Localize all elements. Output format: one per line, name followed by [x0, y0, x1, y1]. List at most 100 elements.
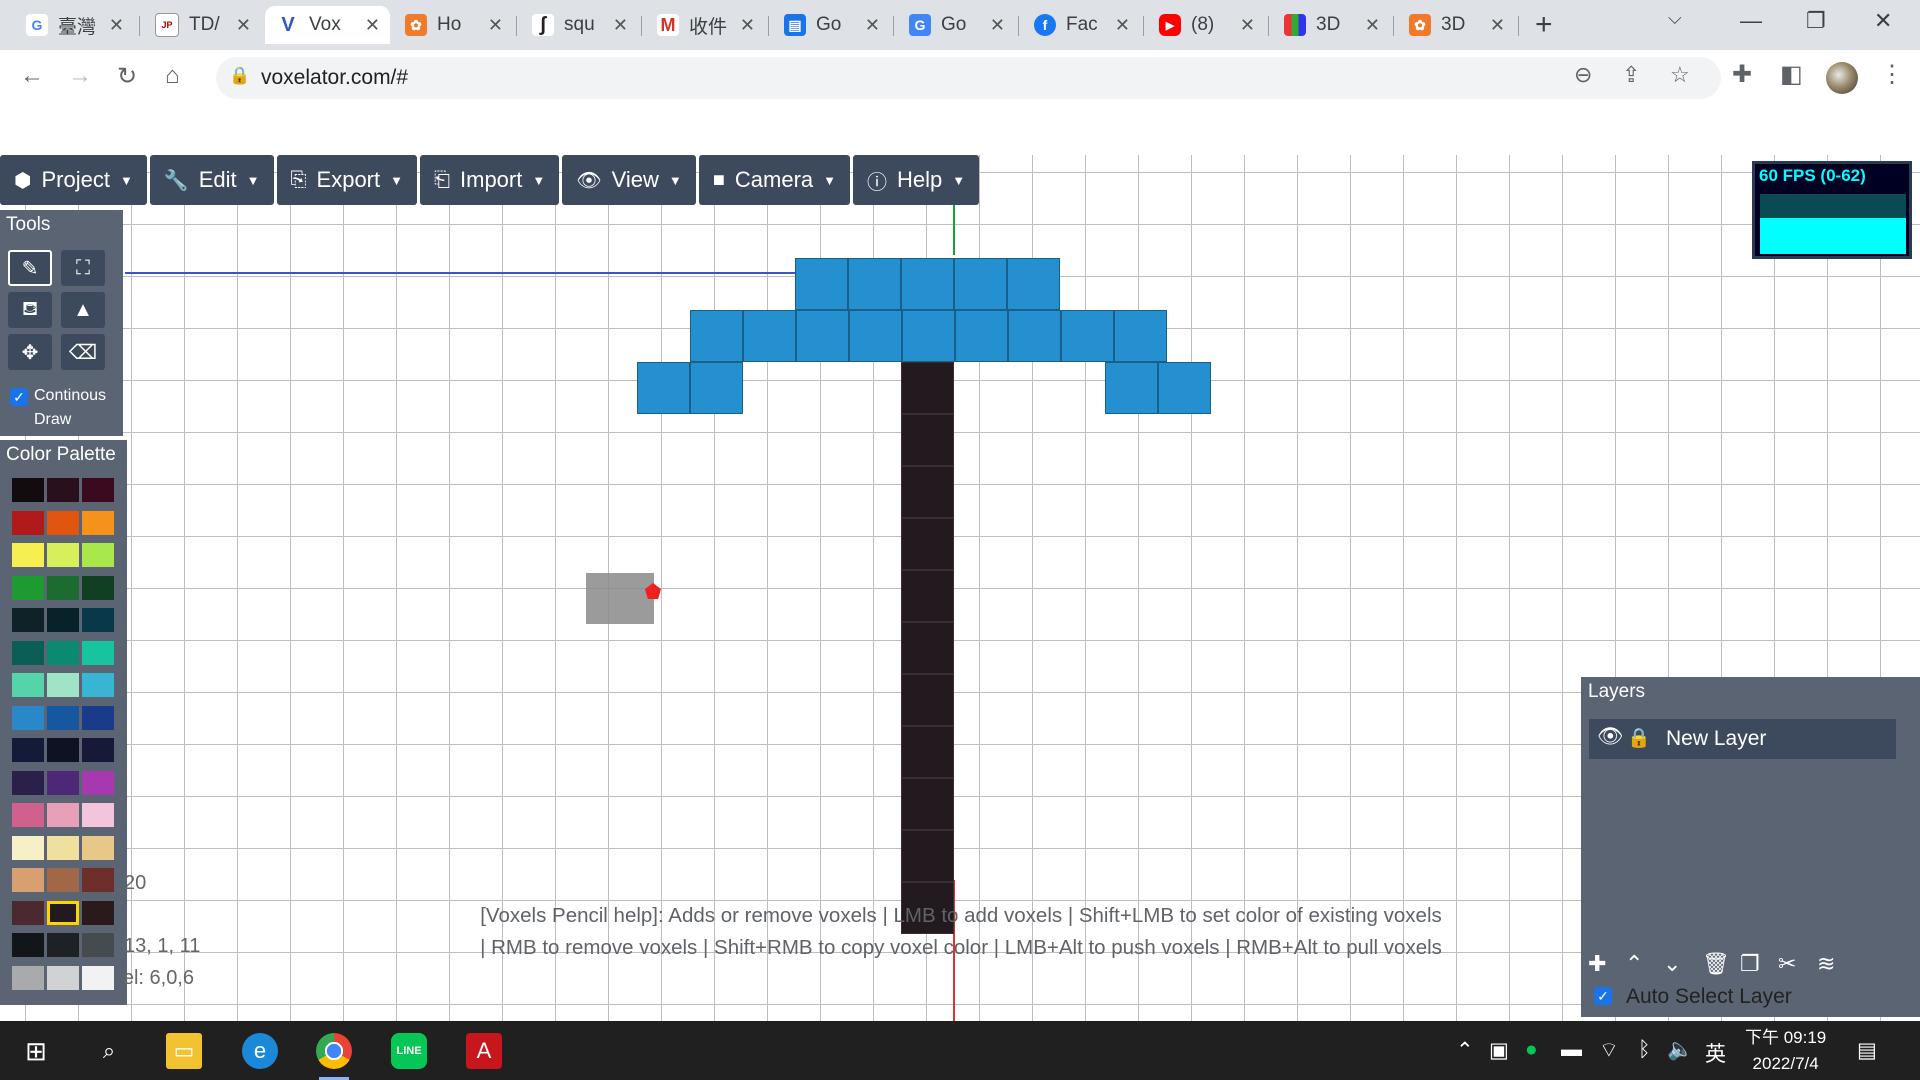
- close-tab-icon[interactable]: ✕: [1365, 15, 1380, 36]
- color-swatch[interactable]: [82, 705, 114, 730]
- color-swatch[interactable]: [47, 900, 79, 925]
- tab-1[interactable]: JP TD/ ✕: [143, 6, 261, 44]
- voxel-blue[interactable]: [1061, 310, 1114, 362]
- color-swatch[interactable]: [12, 900, 44, 925]
- color-swatch[interactable]: [47, 738, 79, 762]
- add-layer-icon[interactable]: ✚: [1588, 951, 1606, 977]
- side-panel-icon[interactable]: ◧: [1780, 60, 1803, 89]
- tab-11[interactable]: ✿ 3D ✕: [1397, 6, 1515, 44]
- menu-project[interactable]: ⬢ Project ▼: [0, 155, 147, 205]
- ime-indicator[interactable]: 英: [1705, 1038, 1726, 1068]
- tab-7[interactable]: G Go ✕: [897, 6, 1015, 44]
- color-swatch[interactable]: [12, 803, 44, 827]
- tray-overflow-icon[interactable]: ⌃: [1456, 1038, 1474, 1063]
- color-swatch[interactable]: [82, 770, 114, 795]
- notifications-icon[interactable]: ▤: [1857, 1038, 1877, 1063]
- voxel-dark[interactable]: [901, 466, 954, 518]
- color-swatch[interactable]: [12, 543, 44, 567]
- color-swatch[interactable]: [12, 738, 44, 762]
- color-swatch[interactable]: [82, 510, 114, 535]
- select-tool-button[interactable]: ⛶: [61, 250, 105, 286]
- tab-0[interactable]: G 臺灣 ✕: [14, 6, 134, 44]
- voxel-dark[interactable]: [901, 674, 954, 726]
- share-icon[interactable]: ⇪: [1622, 62, 1640, 88]
- voxel-blue[interactable]: [690, 362, 743, 414]
- menu-export[interactable]: ⎘ Export ▼: [276, 155, 417, 205]
- color-swatch[interactable]: [12, 705, 44, 730]
- color-swatch[interactable]: [12, 770, 44, 795]
- voxel-blue[interactable]: [1158, 362, 1211, 414]
- search-icon[interactable]: ⌕: [91, 1033, 127, 1069]
- extensions-icon[interactable]: ✚: [1732, 60, 1752, 89]
- color-swatch[interactable]: [47, 478, 79, 502]
- tab-4[interactable]: ʃ squ ✕: [520, 6, 638, 44]
- eye-icon[interactable]: 👁: [1597, 725, 1624, 749]
- cut-layer-icon[interactable]: ✂: [1778, 951, 1796, 977]
- voxel-dark[interactable]: [901, 362, 954, 414]
- line-icon[interactable]: LINE: [391, 1033, 427, 1069]
- color-swatch[interactable]: [47, 868, 79, 892]
- close-tab-icon[interactable]: ✕: [488, 15, 503, 36]
- auto-select-layer-checkbox[interactable]: ✓: [1594, 987, 1612, 1005]
- color-swatch[interactable]: [47, 705, 79, 730]
- restore-icon[interactable]: ❐: [1806, 8, 1826, 34]
- chrome-icon[interactable]: [316, 1033, 352, 1069]
- tab-6[interactable]: ▤ Go ✕: [772, 6, 890, 44]
- close-tab-icon[interactable]: ✕: [865, 15, 880, 36]
- color-swatch[interactable]: [47, 965, 79, 990]
- voxel-dark[interactable]: [901, 570, 954, 622]
- color-swatch[interactable]: [12, 575, 44, 600]
- menu-edit[interactable]: 🔧 Edit ▼: [149, 155, 274, 205]
- color-swatch[interactable]: [47, 575, 79, 600]
- color-swatch[interactable]: [47, 640, 79, 665]
- close-tab-icon[interactable]: ✕: [1490, 15, 1505, 36]
- delete-layer-icon[interactable]: 🗑: [1702, 951, 1730, 977]
- close-tab-icon[interactable]: ✕: [365, 15, 380, 36]
- new-tab-icon[interactable]: +: [1535, 8, 1553, 42]
- acrobat-icon[interactable]: A: [466, 1033, 502, 1069]
- pencil-tool-button[interactable]: ✎: [8, 250, 52, 286]
- zoom-icon[interactable]: ⊖: [1574, 62, 1592, 88]
- voxel-blue[interactable]: [901, 258, 954, 310]
- tab-2-active[interactable]: V Vox ✕: [265, 6, 390, 44]
- minimize-icon[interactable]: —: [1740, 8, 1762, 34]
- color-swatch[interactable]: [82, 738, 114, 762]
- voxel-blue[interactable]: [954, 258, 1007, 310]
- color-swatch[interactable]: [47, 803, 79, 827]
- voxel-blue[interactable]: [848, 258, 901, 310]
- color-swatch[interactable]: [82, 673, 114, 697]
- color-swatch[interactable]: [82, 608, 114, 632]
- continuous-draw-checkbox[interactable]: ✓: [10, 388, 28, 406]
- color-swatch[interactable]: [12, 673, 44, 697]
- color-swatch[interactable]: [82, 478, 114, 502]
- wechat-icon[interactable]: ●: [1525, 1038, 1538, 1062]
- eraser-tool-button[interactable]: ⌫: [61, 334, 105, 370]
- menu-import[interactable]: ⎗ Import ▼: [420, 155, 560, 205]
- voxel-blue[interactable]: [796, 310, 849, 362]
- close-tab-icon[interactable]: ✕: [613, 15, 628, 36]
- tab-search-icon[interactable]: ⌵: [1668, 8, 1682, 29]
- windows-start-icon[interactable]: ⊞: [18, 1033, 54, 1069]
- voxel-blue[interactable]: [1008, 310, 1061, 362]
- menu-view[interactable]: 👁 View ▼: [562, 155, 696, 205]
- voxel-blue[interactable]: [1007, 258, 1060, 310]
- url-text[interactable]: voxelator.com/#: [261, 66, 408, 90]
- color-swatch[interactable]: [12, 478, 44, 502]
- color-swatch[interactable]: [12, 965, 44, 990]
- voxel-blue[interactable]: [955, 310, 1008, 362]
- move-layer-down-icon[interactable]: ⌄: [1663, 951, 1681, 977]
- voxel-dark[interactable]: [901, 778, 954, 830]
- voxel-blue[interactable]: [743, 310, 796, 362]
- color-swatch[interactable]: [82, 868, 114, 892]
- color-swatch[interactable]: [12, 835, 44, 860]
- color-swatch[interactable]: [82, 640, 114, 665]
- reload-icon[interactable]: ↻: [117, 62, 137, 91]
- color-swatch[interactable]: [12, 510, 44, 535]
- tab-5[interactable]: M 收件 ✕: [645, 6, 765, 44]
- shapes-tool-button[interactable]: ▲: [61, 292, 105, 328]
- color-swatch[interactable]: [47, 770, 79, 795]
- voxel-blue[interactable]: [849, 310, 902, 362]
- voxel-dark[interactable]: [901, 518, 954, 570]
- voxel-dark[interactable]: [901, 414, 954, 466]
- color-swatch[interactable]: [82, 543, 114, 567]
